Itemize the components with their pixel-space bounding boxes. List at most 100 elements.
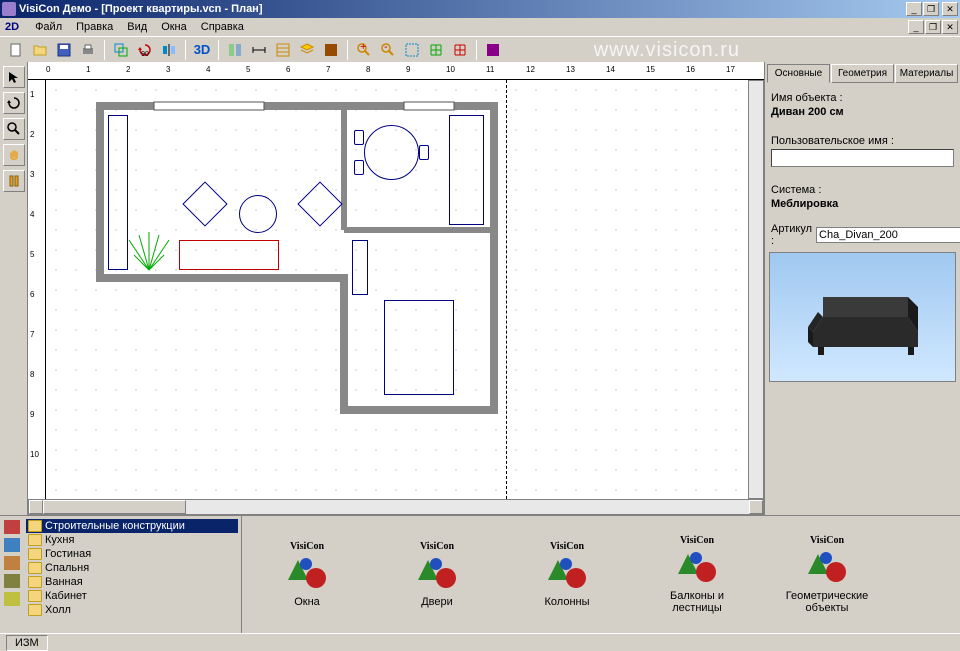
texture-button[interactable]	[320, 39, 342, 61]
library-item[interactable]: VisiConБалконы и лестницы	[652, 535, 742, 614]
library-item[interactable]: VisiConОкна	[262, 541, 352, 608]
mdi-window-controls: _ ❐ ✕	[908, 20, 958, 34]
cat-icon-4[interactable]	[4, 574, 20, 588]
lib-thumb-icon	[804, 546, 850, 588]
mirror-button[interactable]	[158, 39, 180, 61]
3d-button[interactable]: 3D	[191, 39, 213, 61]
ruler-h-tick: 6	[286, 65, 290, 74]
zoom-in-button[interactable]: +	[353, 39, 375, 61]
new-button[interactable]	[5, 39, 27, 61]
rotate-tool[interactable]	[3, 92, 25, 114]
cat-icon-3[interactable]	[4, 556, 20, 570]
mdi-maximize-button[interactable]: ❐	[925, 20, 941, 34]
cat-icon-5[interactable]	[4, 592, 20, 606]
kitchen-counter[interactable]	[449, 115, 484, 225]
tree-row[interactable]: Кухня	[26, 533, 238, 547]
open-button[interactable]	[29, 39, 51, 61]
zoom-out-button[interactable]: -	[377, 39, 399, 61]
print-button[interactable]	[77, 39, 99, 61]
scrollbar-vertical[interactable]	[748, 80, 764, 499]
guide-line[interactable]	[506, 80, 507, 499]
menu-edit[interactable]: Правка	[69, 19, 120, 35]
folder-icon	[28, 548, 42, 560]
lib-label: Геометрические объекты	[782, 590, 872, 614]
layers-button[interactable]	[296, 39, 318, 61]
zoom-fit-button[interactable]	[401, 39, 423, 61]
tab-basic[interactable]: Основные	[767, 64, 830, 83]
zoom-tool[interactable]	[3, 118, 25, 140]
minimize-button[interactable]: _	[906, 2, 922, 16]
tree-mode-icons	[2, 518, 26, 608]
snap-object-button[interactable]	[449, 39, 471, 61]
menu-view[interactable]: Вид	[120, 19, 154, 35]
library-item[interactable]: VisiConДвери	[392, 541, 482, 608]
mdi-minimize-button[interactable]: _	[908, 20, 924, 34]
rotate-button[interactable]: 90	[134, 39, 156, 61]
align-button[interactable]	[224, 39, 246, 61]
statusbar: ИЗМ	[0, 633, 960, 651]
tree-label: Холл	[45, 604, 71, 616]
ruler-h-tick: 12	[526, 65, 535, 74]
main-toolbar: 90 3D + - www.visicon.ru	[0, 36, 960, 62]
maximize-button[interactable]: ❐	[923, 2, 939, 16]
folder-icon	[28, 590, 42, 602]
tree-row[interactable]: Кабинет	[26, 589, 238, 603]
closet[interactable]	[352, 240, 368, 295]
ruler-h-tick: 1	[86, 65, 90, 74]
tab-materials[interactable]: Материалы	[895, 64, 958, 83]
ruler-h-tick: 2	[126, 65, 130, 74]
lib-brand: VisiCon	[680, 535, 714, 546]
grid-settings-button[interactable]	[272, 39, 294, 61]
select-tool[interactable]	[3, 66, 25, 88]
library-item[interactable]: VisiConГеометрические объекты	[782, 535, 872, 614]
tree-row[interactable]: Ванная	[26, 575, 238, 589]
chair-3[interactable]	[419, 145, 429, 160]
sku-label: Артикул :	[771, 223, 812, 247]
library-item[interactable]: VisiConКолонны	[522, 541, 612, 608]
menu-windows[interactable]: Окна	[154, 19, 194, 35]
menu-file[interactable]: Файл	[28, 19, 69, 35]
status-mode: ИЗМ	[6, 635, 48, 651]
menu-help[interactable]: Справка	[194, 19, 251, 35]
hatch-button[interactable]	[482, 39, 504, 61]
canvas[interactable]	[46, 80, 748, 499]
tab-geometry[interactable]: Геометрия	[831, 64, 894, 83]
main-area: 01234567891011121314151617 12345678910	[0, 62, 960, 515]
coffee-table[interactable]	[239, 195, 277, 233]
tree-row[interactable]: Строительные конструкции	[26, 519, 238, 533]
folder-icon	[28, 520, 42, 532]
tree-label: Ванная	[45, 576, 83, 588]
sofa-preview-icon	[793, 272, 933, 362]
dimension-button[interactable]	[248, 39, 270, 61]
lib-label: Окна	[294, 596, 320, 608]
library-panel: Строительные конструкцииКухняГостинаяСпа…	[0, 515, 960, 633]
ruler-h-tick: 5	[246, 65, 250, 74]
scrollbar-horizontal[interactable]	[28, 499, 764, 515]
tree-row[interactable]: Холл	[26, 603, 238, 617]
plant-icon[interactable]	[124, 230, 174, 275]
snap-grid-button[interactable]	[425, 39, 447, 61]
tree-row[interactable]: Гостиная	[26, 547, 238, 561]
dining-table[interactable]	[364, 125, 419, 180]
svg-text:-: -	[384, 42, 388, 53]
cat-icon-1[interactable]	[4, 520, 20, 534]
group-button[interactable]	[110, 39, 132, 61]
ruler-h-tick: 11	[486, 65, 494, 74]
ruler-h-tick: 10	[446, 65, 455, 74]
lib-label: Двери	[421, 596, 453, 608]
sku-input[interactable]	[816, 227, 960, 243]
mdi-close-button[interactable]: ✕	[942, 20, 958, 34]
ruler-v-tick: 8	[30, 370, 34, 379]
tree-row[interactable]: Спальня	[26, 561, 238, 575]
sofa[interactable]	[179, 240, 279, 270]
measure-tool[interactable]	[3, 170, 25, 192]
user-name-input[interactable]	[771, 149, 954, 167]
menubar: 2D Файл Правка Вид Окна Справка	[0, 18, 960, 36]
cat-icon-2[interactable]	[4, 538, 20, 552]
close-button[interactable]: ✕	[942, 2, 958, 16]
bed[interactable]	[384, 300, 454, 395]
pan-tool[interactable]	[3, 144, 25, 166]
save-button[interactable]	[53, 39, 75, 61]
chair-1[interactable]	[354, 130, 364, 145]
chair-2[interactable]	[354, 160, 364, 175]
